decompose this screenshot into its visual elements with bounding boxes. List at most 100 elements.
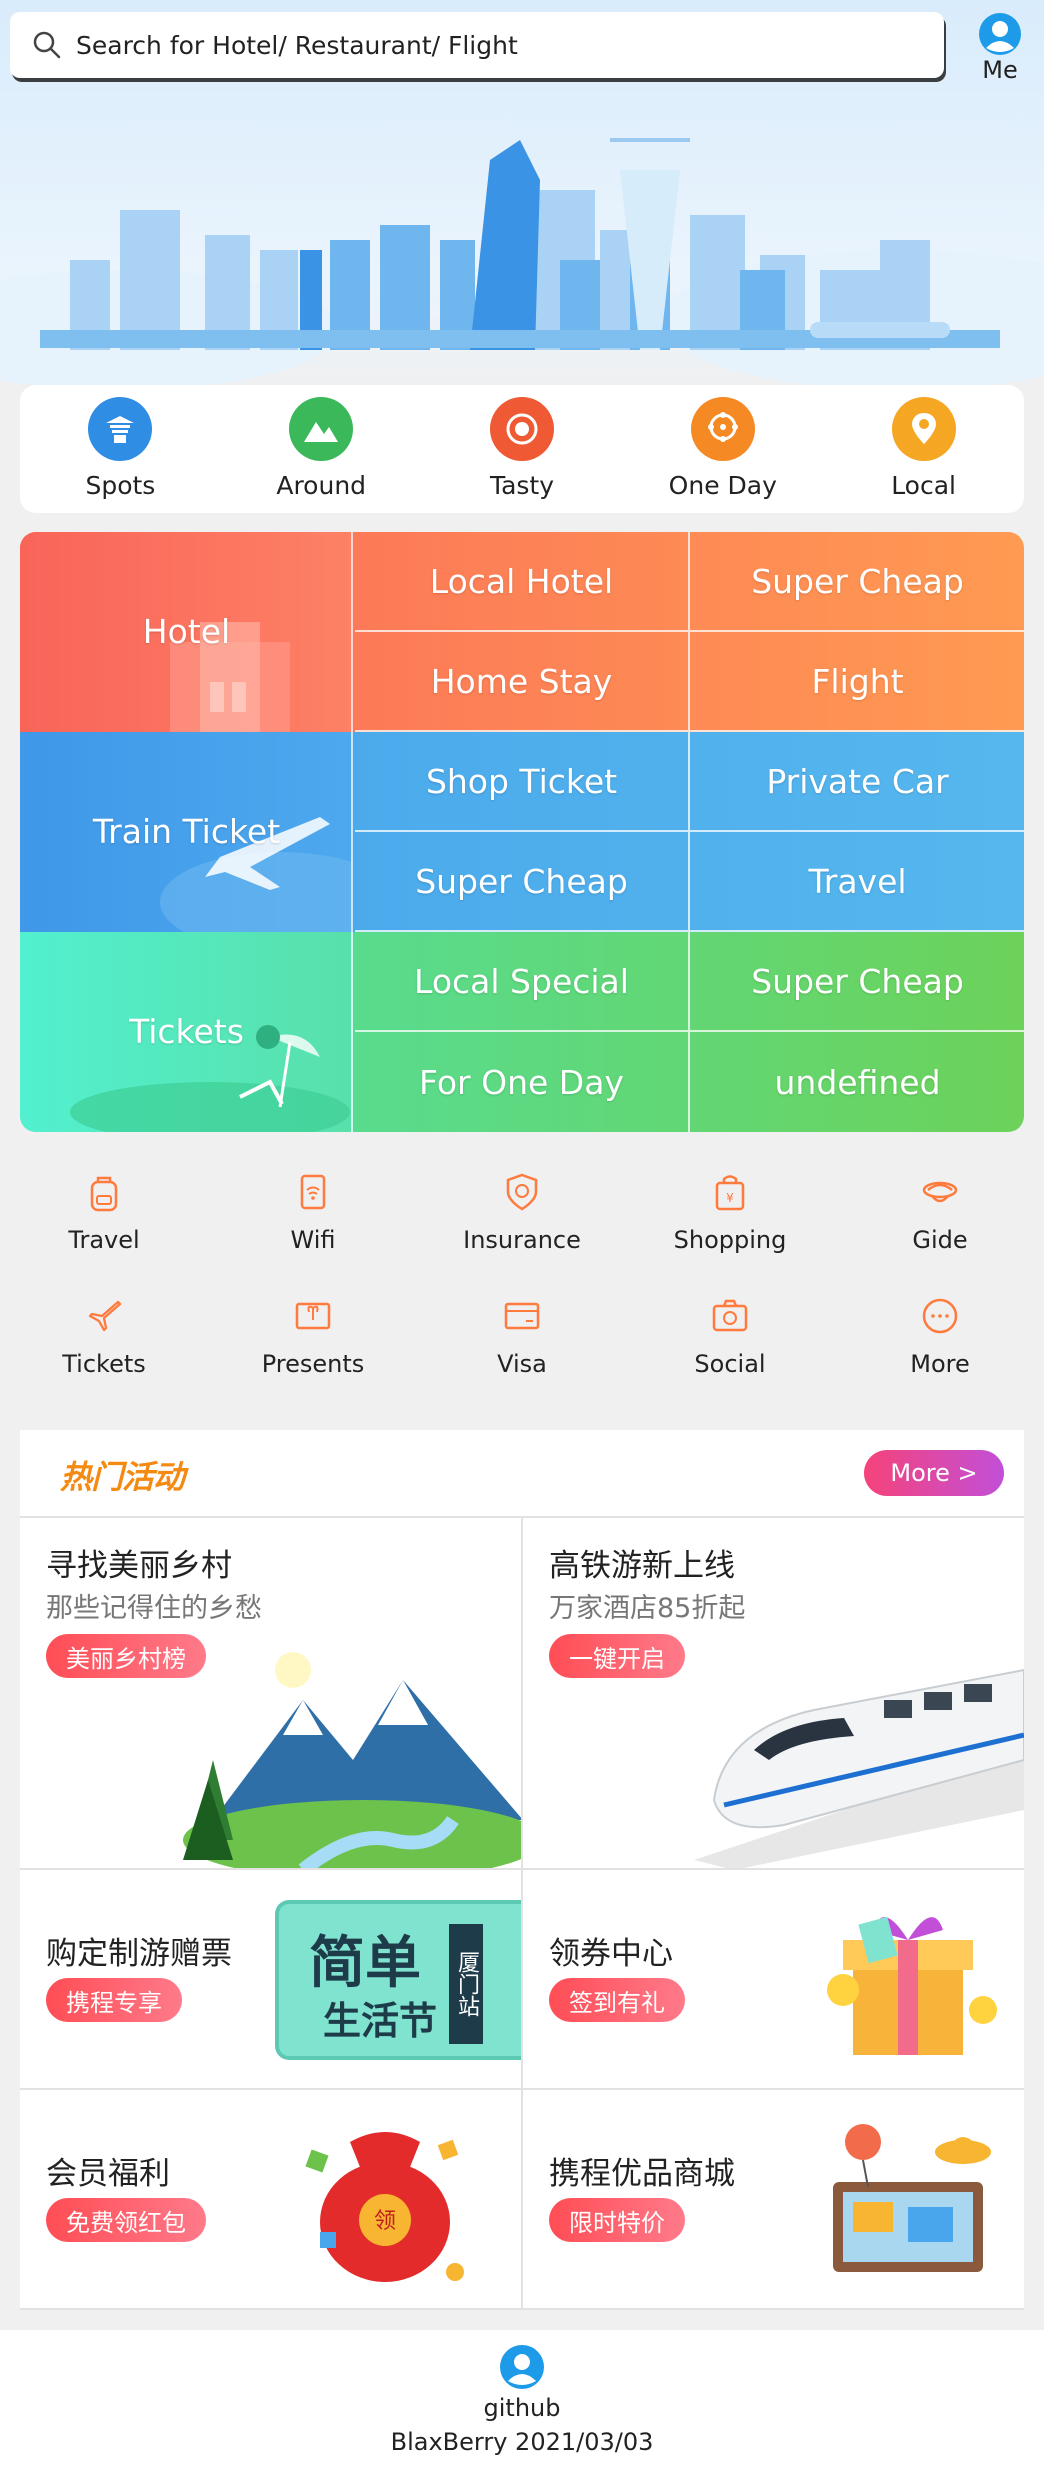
service-social[interactable]: Social	[626, 1294, 834, 1378]
quick-nav-label: One Day	[668, 471, 777, 500]
service-label: Insurance	[463, 1226, 581, 1254]
card-member-benefits[interactable]: 会员福利 免费领红包 领	[20, 2090, 523, 2310]
shield-icon	[506, 1173, 538, 1211]
banner-small-text: 生活节	[323, 1999, 438, 2043]
quick-nav-local[interactable]: Local	[823, 385, 1024, 513]
train-ticket-label: Train Ticket	[92, 812, 281, 851]
tickets-band: Tickets Local Special Super Cheap For On…	[20, 932, 1024, 1132]
suitcase-illustration	[833, 2124, 991, 2272]
guide-hat-icon	[922, 1181, 958, 1203]
food-icon	[489, 397, 554, 461]
search-icon	[33, 31, 61, 59]
card-icon	[504, 1302, 540, 1330]
train-ticket-tile[interactable]: Train Ticket	[20, 732, 353, 932]
grid-cell-private-car[interactable]: Private Car	[690, 732, 1024, 832]
card-high-speed-rail[interactable]: 高铁游新上线 万家酒店85折起 一键开启	[523, 1518, 1024, 1870]
service-travel[interactable]: Travel	[0, 1170, 208, 1254]
bag-label: 领	[374, 2209, 396, 2234]
grid-cell-for-one-day[interactable]: For One Day	[355, 1032, 690, 1132]
gift-box-coupon-illustration	[827, 1916, 997, 2055]
grid-cell-local-hotel[interactable]: Local Hotel	[355, 532, 690, 632]
grid-cell-home-stay[interactable]: Home Stay	[355, 632, 690, 732]
service-label: Tickets	[62, 1350, 146, 1378]
card-title: 携程优品商城	[549, 2156, 735, 2192]
mountain-village-illustration	[183, 1652, 521, 1868]
ferris-wheel-icon	[690, 397, 755, 461]
more-button[interactable]: More >	[864, 1450, 1004, 1496]
service-label: Wifi	[290, 1226, 336, 1254]
svg-text:¥: ¥	[726, 1191, 734, 1205]
service-label: Presents	[261, 1350, 365, 1378]
service-gide[interactable]: Gide	[836, 1170, 1044, 1254]
card-badge: 限时特价	[549, 2198, 685, 2242]
quick-nav-label: Around	[276, 471, 367, 500]
card-custom-tour[interactable]: 购定制游赠票 携程专享 简单 生活节 厦门站	[20, 1870, 523, 2090]
service-label: More	[910, 1350, 970, 1378]
service-icons: Travel Wifi Insurance ¥ Shopping Gide Ti…	[0, 1170, 1044, 1400]
quick-nav-label: Spots	[85, 471, 156, 500]
card-title: 高铁游新上线	[549, 1548, 735, 1584]
grid-cell-flight[interactable]: Flight	[690, 632, 1024, 732]
card-title: 寻找美丽乡村	[46, 1548, 232, 1584]
service-label: Visa	[497, 1350, 547, 1378]
card-ctrip-mall[interactable]: 携程优品商城 限时特价	[523, 2090, 1024, 2310]
service-insurance[interactable]: Insurance	[418, 1170, 626, 1254]
pagoda-icon	[88, 397, 153, 461]
github-icon[interactable]	[499, 2344, 545, 2390]
service-visa[interactable]: Visa	[418, 1294, 626, 1378]
hot-activities: 热门活动 More > 寻找美丽乡村 那些记得住的乡愁 美丽乡村榜 高铁游新上线…	[20, 1430, 1024, 2310]
grid-cell-travel[interactable]: Travel	[690, 832, 1024, 932]
github-link[interactable]: github	[0, 2394, 1044, 2422]
hotel-label: Hotel	[142, 612, 231, 651]
search-bar[interactable]: Search for Hotel/ Restaurant/ Flight	[10, 12, 944, 78]
camera-icon	[712, 1299, 748, 1332]
profile-button[interactable]: Me	[970, 12, 1030, 84]
life-festival-banner: 简单 生活节 厦门站	[275, 1900, 521, 2060]
quick-nav-spots[interactable]: Spots	[20, 385, 221, 513]
service-shopping[interactable]: ¥ Shopping	[626, 1170, 834, 1254]
grid-cell-undefined[interactable]: undefined	[690, 1032, 1024, 1132]
card-coupon-center[interactable]: 领券中心 签到有礼	[523, 1870, 1024, 2090]
card-beautiful-village[interactable]: 寻找美丽乡村 那些记得住的乡愁 美丽乡村榜	[20, 1518, 523, 1870]
hotel-tile[interactable]: Hotel	[20, 532, 353, 732]
mountain-icon	[289, 397, 354, 461]
shopping-bag-icon: ¥	[715, 1175, 745, 1211]
plane-icon	[88, 1300, 122, 1332]
grid-cell-shop-ticket[interactable]: Shop Ticket	[355, 732, 690, 832]
service-grid: Hotel Local Hotel Super Cheap Home Stay …	[20, 532, 1024, 1132]
card-title: 购定制游赠票	[46, 1936, 232, 1972]
grid-cell-super-cheap-2[interactable]: Super Cheap	[355, 832, 690, 932]
tickets-tile[interactable]: Tickets	[20, 932, 353, 1132]
user-avatar-icon	[979, 13, 1021, 55]
more-icon	[922, 1298, 958, 1334]
card-badge: 免费领红包	[46, 2198, 206, 2242]
quick-nav-one-day[interactable]: One Day	[622, 385, 823, 513]
card-title: 领券中心	[549, 1936, 673, 1972]
service-label: Shopping	[673, 1226, 787, 1254]
quick-nav-around[interactable]: Around	[221, 385, 422, 513]
service-tickets[interactable]: Tickets	[0, 1294, 208, 1378]
hot-activities-header: 热门活动 More >	[20, 1430, 1024, 1518]
me-label: Me	[982, 56, 1018, 84]
red-envelope-bag-illustration: 领	[305, 2132, 464, 2282]
quick-nav-label: Local	[891, 471, 956, 500]
search-placeholder: Search for Hotel/ Restaurant/ Flight	[76, 30, 518, 60]
service-wifi[interactable]: Wifi	[209, 1170, 417, 1254]
grid-cell-super-cheap[interactable]: Super Cheap	[690, 532, 1024, 632]
backpack-icon	[90, 1176, 118, 1212]
card-badge: 携程专享	[46, 1978, 182, 2022]
service-presents[interactable]: Presents	[209, 1294, 417, 1378]
grid-cell-super-cheap-3[interactable]: Super Cheap	[690, 932, 1024, 1032]
service-more[interactable]: More	[836, 1294, 1044, 1378]
card-subtitle: 那些记得住的乡愁	[46, 1593, 262, 1624]
quick-nav-tasty[interactable]: Tasty	[422, 385, 623, 513]
card-title: 会员福利	[46, 2156, 170, 2192]
wifi-icon	[300, 1174, 326, 1210]
copyright-text: BlaxBerry 2021/03/03	[390, 2428, 654, 2456]
quick-nav: Spots Around Tasty One Day Local	[20, 385, 1024, 513]
card-badge: 一键开启	[549, 1634, 685, 1678]
tickets-label: Tickets	[129, 1012, 244, 1051]
service-label: Travel	[68, 1226, 140, 1254]
grid-cell-local-special[interactable]: Local Special	[355, 932, 690, 1032]
service-label: Gide	[912, 1226, 968, 1254]
